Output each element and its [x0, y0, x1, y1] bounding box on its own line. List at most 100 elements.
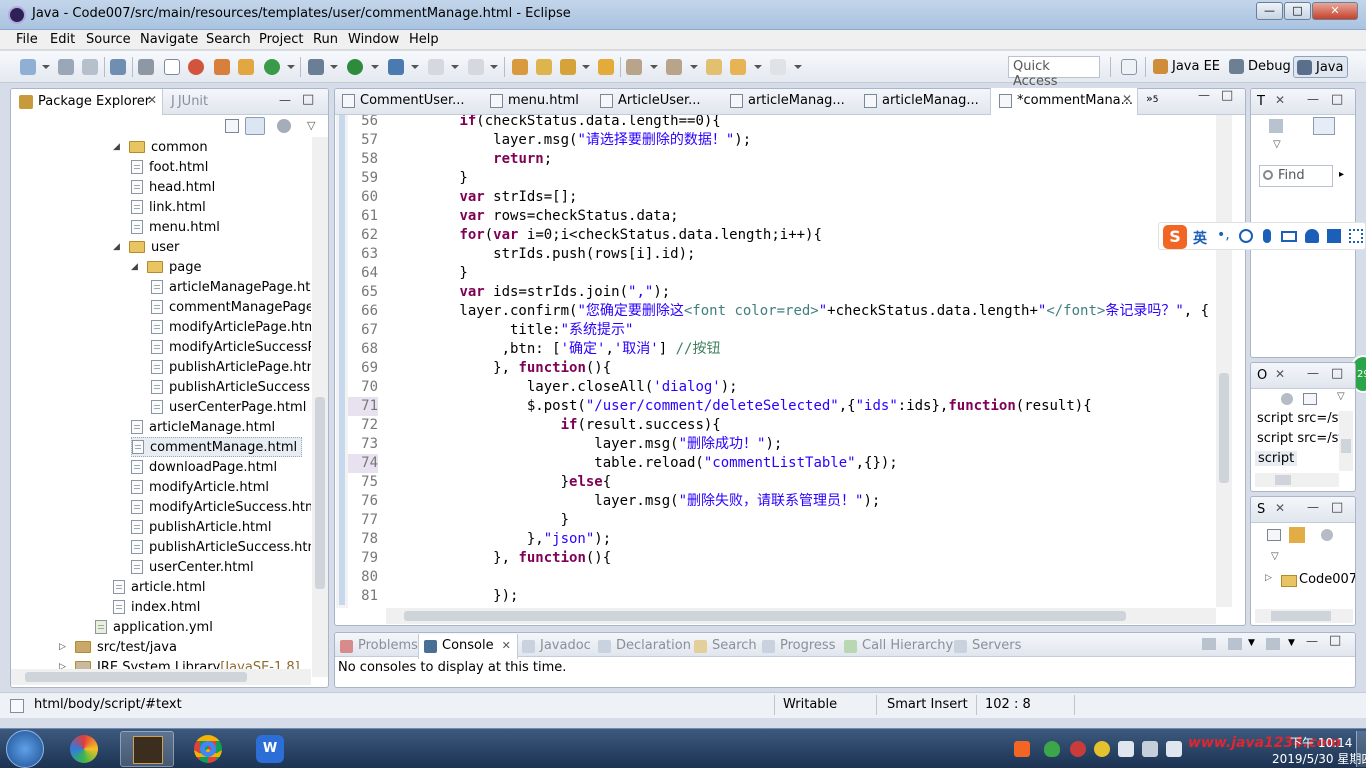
tab-structure[interactable]: S	[1257, 502, 1265, 517]
tree-item[interactable]: commentManagePage.h	[151, 297, 311, 317]
link-with-editor-icon[interactable]	[1289, 527, 1305, 543]
minimize-view-icon[interactable]: —	[1307, 366, 1319, 380]
task-filter-icon[interactable]	[1313, 117, 1335, 135]
outline-item-selected[interactable]: script	[1255, 451, 1298, 466]
scrollbar-thumb[interactable]	[25, 672, 247, 682]
code-line[interactable]: layer.msg("删除成功！");	[392, 435, 782, 454]
tree-item[interactable]: articleManage.html	[131, 417, 275, 437]
minimize-view-icon[interactable]: —	[1307, 92, 1319, 106]
code-line[interactable]: return;	[392, 150, 552, 169]
tree-folder[interactable]: ◢ page	[131, 257, 201, 277]
tree-item[interactable]: publishArticleSuccess.html	[131, 537, 311, 557]
tree-item[interactable]: modifyArticlePage.html	[151, 317, 311, 337]
chevron-down-icon[interactable]	[371, 65, 379, 69]
close-icon[interactable]: ✕	[502, 639, 511, 652]
expanded-arrow-icon[interactable]: ◢	[113, 142, 125, 152]
minimize-button[interactable]: —	[1256, 2, 1283, 20]
editor-tab-articlemanage-2[interactable]: articleManag...	[856, 88, 988, 114]
chevron-down-icon[interactable]: ▼	[1248, 638, 1255, 648]
update-icon[interactable]	[1094, 741, 1110, 757]
new-task-icon[interactable]	[1269, 119, 1283, 133]
close-icon[interactable]: ✕	[1122, 92, 1132, 106]
clock-time[interactable]: 下午 10:14	[1290, 734, 1352, 751]
expanded-arrow-icon[interactable]: ◢	[113, 242, 125, 252]
code-line[interactable]: });	[392, 587, 518, 606]
view-menu-icon[interactable]	[1321, 529, 1333, 541]
perspective-java[interactable]: Java	[1293, 56, 1349, 78]
editor-tab-commentmanage-active[interactable]: *commentMana... ✕	[990, 88, 1138, 115]
tab-overflow-icon[interactable]: »5	[1146, 92, 1158, 105]
tree-item[interactable]: publishArticleSuccessPa	[151, 377, 311, 397]
skip-breakpoints-icon[interactable]	[138, 59, 154, 75]
code-editor[interactable]: 56 if(checkStatus.data.length==0){57 lay…	[336, 115, 1216, 608]
scrollbar-thumb[interactable]	[1219, 373, 1229, 483]
clock-date[interactable]: 2019/5/30 星期四	[1272, 750, 1366, 767]
collapse-all-icon[interactable]	[225, 119, 239, 133]
chevron-down-icon[interactable]	[451, 65, 459, 69]
tree-item[interactable]: ▷ src/test/java	[59, 637, 177, 657]
tab-progress[interactable]: Progress	[762, 638, 835, 658]
code-line[interactable]: for(var i=0;i<checkStatus.data.length;i+…	[392, 226, 821, 245]
tab-junit[interactable]: J JUnit	[171, 94, 208, 109]
menu-window[interactable]: Window	[348, 32, 399, 47]
expand-arrow-icon[interactable]: ▷	[1265, 573, 1272, 583]
scrollbar-thumb[interactable]	[1275, 475, 1291, 485]
tree-item[interactable]: publishArticle.html	[131, 517, 271, 537]
maximize-view-icon[interactable]: □	[1221, 88, 1233, 103]
chevron-down-icon[interactable]	[287, 65, 295, 69]
collapse-all-icon[interactable]	[1267, 529, 1281, 541]
tree-item[interactable]: head.html	[131, 177, 215, 197]
show-desktop-button[interactable]	[1356, 731, 1366, 767]
code-line[interactable]: if(result.success){	[392, 416, 721, 435]
chevron-down-icon[interactable]	[490, 65, 498, 69]
code-line[interactable]: }, function(){	[392, 549, 611, 568]
code-line[interactable]: var strIds=[];	[392, 188, 577, 207]
tree-item[interactable]: commentManage.html	[131, 437, 303, 457]
hide-fields-icon[interactable]	[1281, 393, 1293, 405]
coverage-icon[interactable]	[468, 59, 484, 75]
security-shield-icon[interactable]	[1044, 741, 1060, 757]
tab-search[interactable]: Search	[694, 638, 757, 658]
chevron-down-icon[interactable]: ▼	[1288, 638, 1295, 648]
editor-tab-articleuser[interactable]: ArticleUser...	[592, 88, 718, 114]
ime-mode-label[interactable]: 英	[1193, 228, 1207, 248]
sogou-tray-icon[interactable]	[1014, 741, 1030, 757]
tree-item[interactable]: modifyArticleSuccessPa	[151, 337, 311, 357]
tree-item[interactable]: link.html	[131, 197, 206, 217]
maximize-view-icon[interactable]: □	[1331, 366, 1343, 381]
tab-servers[interactable]: Servers	[954, 638, 1021, 658]
menu-edit[interactable]: Edit	[50, 32, 75, 47]
skin-icon[interactable]	[1327, 229, 1341, 243]
minimize-view-icon[interactable]: —	[279, 93, 291, 107]
editor-tab-menu-html[interactable]: menu.html	[482, 88, 586, 114]
tree-horizontal-scrollbar[interactable]	[11, 669, 311, 685]
maximize-view-icon[interactable]: □	[1331, 500, 1343, 515]
tree-item[interactable]: userCenterPage.html	[151, 397, 306, 417]
editor-horizontal-scrollbar[interactable]	[386, 608, 1216, 624]
new-console-icon[interactable]	[1266, 638, 1280, 650]
taskbar-eclipse[interactable]	[120, 731, 174, 767]
quick-access-input[interactable]: Quick Access	[1008, 56, 1100, 89]
code-line[interactable]: }	[392, 169, 467, 188]
tab-task-list[interactable]: T	[1257, 94, 1265, 109]
expand-arrow-icon[interactable]: ▷	[59, 642, 71, 652]
emoji-icon[interactable]	[1239, 229, 1253, 243]
toggle-mark-occurrences-icon[interactable]	[164, 59, 180, 75]
tab-package-explorer[interactable]: Package Explorer	[38, 94, 150, 109]
web-browser-icon[interactable]	[188, 59, 204, 75]
back-icon[interactable]	[730, 59, 746, 75]
menu-file[interactable]: File	[16, 32, 38, 47]
open-type-icon[interactable]	[512, 59, 528, 75]
code-line[interactable]: ,btn: ['确定','取消'] //按钮	[392, 340, 721, 359]
chevron-down-icon[interactable]: ▽	[1273, 139, 1281, 150]
chevron-down-icon[interactable]	[582, 65, 590, 69]
code-line[interactable]: layer.msg("请选择要删除的数据！");	[392, 131, 751, 150]
tree-folder[interactable]: ◢ user	[113, 237, 179, 257]
view-menu-filter-icon[interactable]	[277, 119, 291, 133]
perspective-debug[interactable]: Debug	[1226, 56, 1295, 78]
menu-help[interactable]: Help	[409, 32, 439, 47]
open-console-icon[interactable]	[1202, 638, 1216, 650]
maximize-view-icon[interactable]: □	[1331, 92, 1343, 107]
menu-run[interactable]: Run	[313, 32, 338, 47]
keyboard-icon[interactable]	[1281, 231, 1297, 242]
